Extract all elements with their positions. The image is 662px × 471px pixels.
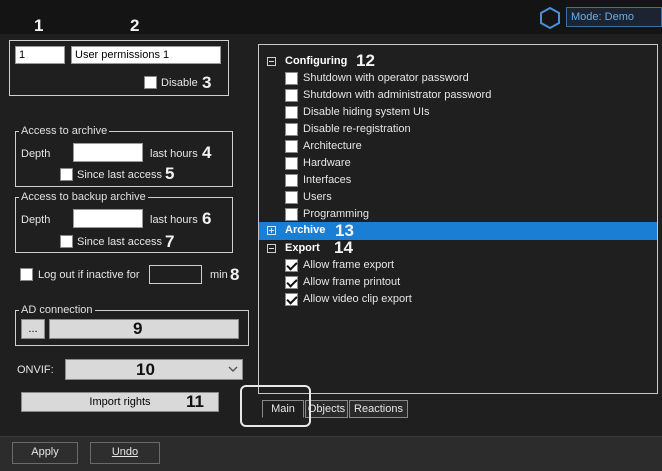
tree-item-label: Architecture [303,140,362,152]
archive-depth-label: Depth [21,148,51,160]
callout-3: 3 [202,73,212,92]
tree-node-configuring[interactable]: Configuring [259,53,657,70]
import-rights-label: Import rights [89,396,151,408]
tree-checkbox-checked[interactable] [285,276,298,289]
tree-item-label: Disable hiding system UIs [303,106,430,118]
tree-item[interactable]: Hardware [259,155,657,172]
tree-item[interactable]: Interfaces [259,172,657,189]
logout-minutes-input[interactable] [149,265,202,284]
tree-checkbox[interactable] [285,140,298,153]
logout-unit-label: min [210,269,228,281]
tree-checkbox[interactable] [285,123,298,136]
expand-icon[interactable] [267,226,276,235]
archive-depth-input[interactable] [73,143,143,162]
hexagon-icon[interactable] [538,6,562,30]
disable-label: Disable [161,77,198,89]
callout-5: 5 [165,164,175,183]
tree-item-label: Hardware [303,157,351,169]
tree-item[interactable]: Allow frame export [259,257,657,274]
top-bar [0,0,662,34]
tree-node-archive[interactable]: Archive [259,222,657,240]
tree-item[interactable]: Disable hiding system UIs [259,104,657,121]
tree-checkbox-checked[interactable] [285,259,298,272]
collapse-icon[interactable] [267,57,276,66]
tree-item[interactable]: Programming [259,206,657,223]
logout-label: Log out if inactive for [38,269,140,281]
tree-item-label: Allow video clip export [303,293,412,305]
tree-item-label: Shutdown with administrator password [303,89,492,101]
permissions-tree: Configuring 12 Shutdown with operator pa… [258,44,658,394]
ad-browse-button[interactable]: ... [21,319,45,339]
callout-2: 2 [130,16,140,35]
backup-depth-label: Depth [21,214,51,226]
undo-button[interactable]: Undo [90,442,160,464]
tree-label-archive: Archive [285,224,326,236]
tree-item-label: Shutdown with operator password [303,72,469,84]
callout-8: 8 [230,265,240,284]
ad-connection-legend: AD connection [19,304,95,316]
callout-7: 7 [165,232,175,251]
disable-checkbox[interactable] [144,76,157,89]
tree-item[interactable]: Allow frame printout [259,274,657,291]
tree-item-label: Allow frame export [303,259,395,271]
callout-6: 6 [202,209,212,228]
chevron-down-icon [228,366,238,372]
collapse-icon[interactable] [267,244,276,253]
apply-button[interactable]: Apply [12,442,78,464]
tree-item-label: Programming [303,208,370,220]
tree-checkbox[interactable] [285,191,298,204]
tab-highlight-frame [240,385,311,427]
callout-11: 11 [186,392,204,411]
tree-item-label: Allow frame printout [303,276,401,288]
tree-checkbox[interactable] [285,106,298,119]
tree-item-label: Disable re-registration [303,123,411,135]
tree-item[interactable]: Users [259,189,657,206]
callout-1: 1 [34,16,44,35]
tab-reactions[interactable]: Reactions [349,400,408,418]
onvif-label: ONVIF: [17,364,54,376]
archive-since-label: Since last access [77,169,162,181]
backup-since-checkbox[interactable] [60,235,73,248]
backup-access-legend: Access to backup archive [19,191,148,203]
tree-label-export: Export [285,242,320,254]
group-name-field[interactable]: User permissions 1 [71,46,221,64]
tree-item[interactable]: Shutdown with administrator password [259,87,657,104]
tree-checkbox[interactable] [285,174,298,187]
tree-item-label: Interfaces [303,174,352,186]
archive-since-checkbox[interactable] [60,168,73,181]
archive-access-legend: Access to archive [19,125,110,137]
tab-objects[interactable]: Objects [305,400,348,418]
callout-14: 14 [334,238,353,257]
tree-checkbox[interactable] [285,89,298,102]
callout-9: 9 [133,319,143,338]
callout-12: 12 [356,51,375,70]
tree-checkbox[interactable] [285,157,298,170]
callout-4: 4 [202,143,212,162]
tree-item[interactable]: Shutdown with operator password [259,70,657,87]
group-id-field[interactable]: 1 [15,46,65,64]
tree-label-configuring: Configuring [285,55,348,67]
archive-unit-label: last hours [150,148,198,160]
tree-item-label: Users [303,191,332,203]
mode-select[interactable]: Mode: Demo [566,7,662,27]
backup-depth-input[interactable] [73,209,143,228]
backup-since-label: Since last access [77,236,162,248]
tree-checkbox[interactable] [285,72,298,85]
tree-node-export[interactable]: Export [259,240,657,257]
tree-item[interactable]: Disable re-registration [259,121,657,138]
tree-item[interactable]: Architecture [259,138,657,155]
tree-item[interactable]: Allow video clip export [259,291,657,308]
logout-checkbox[interactable] [20,268,33,281]
ad-connection-field[interactable] [49,319,239,339]
tree-checkbox-checked[interactable] [285,293,298,306]
backup-unit-label: last hours [150,214,198,226]
tree-checkbox[interactable] [285,208,298,221]
callout-10: 10 [136,360,155,379]
